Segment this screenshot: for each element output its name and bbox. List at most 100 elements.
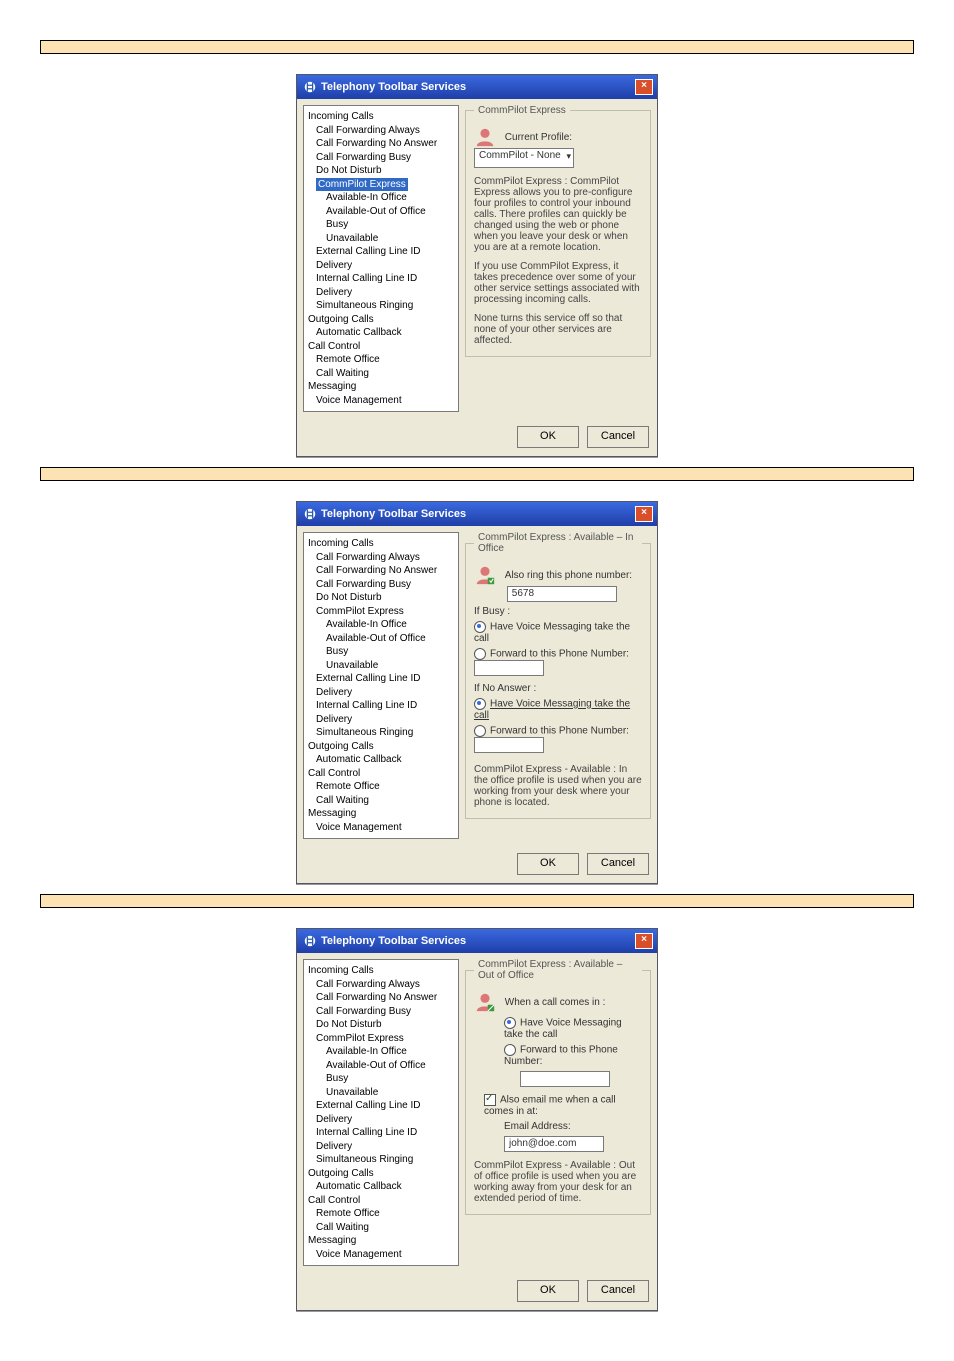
tree-remote-office[interactable]: Remote Office: [306, 780, 456, 794]
description-1: CommPilot Express : CommPilot Express al…: [474, 176, 642, 253]
tree-call-waiting[interactable]: Call Waiting: [306, 367, 456, 381]
current-profile-value: CommPilot - None: [479, 150, 561, 161]
radio-incoming-forward-label: Forward to this Phone Number:: [504, 1045, 618, 1067]
tree-auto-callback[interactable]: Automatic Callback: [306, 753, 456, 767]
tree-cfb[interactable]: Call Forwarding Busy: [306, 578, 456, 592]
tree-call-waiting[interactable]: Call Waiting: [306, 1221, 456, 1235]
app-icon: [303, 934, 317, 948]
content-panel: CommPilot Express Current Profile: CommP…: [465, 105, 651, 418]
tree-busy[interactable]: Busy: [306, 218, 456, 232]
tree-cfa[interactable]: Call Forwarding Always: [306, 978, 456, 992]
tree-commpilot-express[interactable]: CommPilot Express: [316, 178, 408, 192]
tree-cfa[interactable]: Call Forwarding Always: [306, 551, 456, 565]
tree-outgoing-calls[interactable]: Outgoing Calls: [306, 313, 456, 327]
radio-busy-forward[interactable]: [474, 648, 486, 660]
ok-button[interactable]: OK: [517, 1280, 579, 1302]
tree-cfa[interactable]: Call Forwarding Always: [306, 124, 456, 138]
radio-busy-vm-label: Have Voice Messaging take the call: [474, 622, 630, 644]
cancel-button[interactable]: Cancel: [587, 1280, 649, 1302]
tree-auto-callback[interactable]: Automatic Callback: [306, 1180, 456, 1194]
nav-tree[interactable]: Incoming Calls Call Forwarding Always Ca…: [303, 959, 459, 1266]
tree-sim-ringing[interactable]: Simultaneous Ringing: [306, 299, 456, 313]
tree-available-in-office[interactable]: Available-In Office: [306, 191, 456, 205]
tree-unavailable[interactable]: Unavailable: [306, 659, 456, 673]
tree-voice-management[interactable]: Voice Management: [306, 1248, 456, 1262]
tree-outgoing-calls[interactable]: Outgoing Calls: [306, 1167, 456, 1181]
radio-noanswer-forward[interactable]: [474, 725, 486, 737]
tree-dnd[interactable]: Do Not Disturb: [306, 591, 456, 605]
tree-cfna[interactable]: Call Forwarding No Answer: [306, 137, 456, 151]
titlebar[interactable]: Telephony Toolbar Services ×: [297, 502, 657, 526]
tree-call-control[interactable]: Call Control: [306, 340, 456, 354]
tree-cfb[interactable]: Call Forwarding Busy: [306, 1005, 456, 1019]
close-icon[interactable]: ×: [635, 79, 653, 95]
fieldset-legend: CommPilot Express: [474, 105, 570, 116]
tree-incoming-calls[interactable]: Incoming Calls: [306, 110, 456, 124]
fieldset-legend: CommPilot Express : Available – Out of O…: [474, 959, 642, 981]
tree-dnd[interactable]: Do Not Disturb: [306, 1018, 456, 1032]
tree-voice-management[interactable]: Voice Management: [306, 394, 456, 408]
tree-eclid[interactable]: External Calling Line ID Delivery: [306, 1099, 456, 1126]
tree-cfb[interactable]: Call Forwarding Busy: [306, 151, 456, 165]
tree-messaging[interactable]: Messaging: [306, 1234, 456, 1248]
tree-available-out-of-office[interactable]: Available-Out of Office: [306, 205, 456, 219]
checkbox-email-me[interactable]: [484, 1094, 496, 1106]
tree-call-control[interactable]: Call Control: [306, 1194, 456, 1208]
tree-available-out-of-office[interactable]: Available-Out of Office: [306, 1059, 456, 1073]
tree-remote-office[interactable]: Remote Office: [306, 353, 456, 367]
also-ring-input[interactable]: 5678: [507, 586, 617, 602]
tree-outgoing-calls[interactable]: Outgoing Calls: [306, 740, 456, 754]
tree-incoming-calls[interactable]: Incoming Calls: [306, 537, 456, 551]
nav-tree[interactable]: Incoming Calls Call Forwarding Always Ca…: [303, 105, 459, 412]
radio-noanswer-vm[interactable]: [474, 698, 486, 710]
current-profile-dropdown[interactable]: CommPilot - None: [474, 148, 574, 168]
tree-unavailable[interactable]: Unavailable: [306, 232, 456, 246]
tree-available-in-office[interactable]: Available-In Office: [306, 618, 456, 632]
tree-call-waiting[interactable]: Call Waiting: [306, 794, 456, 808]
busy-forward-input[interactable]: [474, 660, 544, 676]
radio-busy-vm[interactable]: [474, 621, 486, 633]
tree-dnd[interactable]: Do Not Disturb: [306, 164, 456, 178]
tree-cfna[interactable]: Call Forwarding No Answer: [306, 564, 456, 578]
cancel-button[interactable]: Cancel: [587, 853, 649, 875]
tree-call-control[interactable]: Call Control: [306, 767, 456, 781]
tree-remote-office[interactable]: Remote Office: [306, 1207, 456, 1221]
tree-iclid[interactable]: Internal Calling Line ID Delivery: [306, 272, 456, 299]
titlebar[interactable]: Telephony Toolbar Services ×: [297, 929, 657, 953]
tree-sim-ringing[interactable]: Simultaneous Ringing: [306, 1153, 456, 1167]
ok-button[interactable]: OK: [517, 426, 579, 448]
ok-button[interactable]: OK: [517, 853, 579, 875]
tree-eclid[interactable]: External Calling Line ID Delivery: [306, 245, 456, 272]
tree-iclid[interactable]: Internal Calling Line ID Delivery: [306, 1126, 456, 1153]
tree-commpilot-express[interactable]: CommPilot Express: [306, 605, 456, 619]
titlebar[interactable]: Telephony Toolbar Services ×: [297, 75, 657, 99]
close-icon[interactable]: ×: [635, 506, 653, 522]
tree-available-out-of-office[interactable]: Available-Out of Office: [306, 632, 456, 646]
tree-available-in-office[interactable]: Available-In Office: [306, 1045, 456, 1059]
tree-messaging[interactable]: Messaging: [306, 380, 456, 394]
tree-busy[interactable]: Busy: [306, 645, 456, 659]
tree-auto-callback[interactable]: Automatic Callback: [306, 326, 456, 340]
tree-cfna[interactable]: Call Forwarding No Answer: [306, 991, 456, 1005]
radio-incoming-forward[interactable]: [504, 1044, 516, 1056]
nav-tree[interactable]: Incoming Calls Call Forwarding Always Ca…: [303, 532, 459, 839]
close-icon[interactable]: ×: [635, 933, 653, 949]
radio-incoming-vm[interactable]: [504, 1017, 516, 1029]
tree-iclid[interactable]: Internal Calling Line ID Delivery: [306, 699, 456, 726]
tree-unavailable[interactable]: Unavailable: [306, 1086, 456, 1100]
tree-busy[interactable]: Busy: [306, 1072, 456, 1086]
tree-eclid[interactable]: External Calling Line ID Delivery: [306, 672, 456, 699]
app-icon: [303, 507, 317, 521]
incoming-forward-input[interactable]: [520, 1071, 610, 1087]
tree-voice-management[interactable]: Voice Management: [306, 821, 456, 835]
tree-messaging[interactable]: Messaging: [306, 807, 456, 821]
tree-sim-ringing[interactable]: Simultaneous Ringing: [306, 726, 456, 740]
tree-commpilot-express[interactable]: CommPilot Express: [306, 1032, 456, 1046]
radio-incoming-vm-label: Have Voice Messaging take the call: [504, 1018, 622, 1040]
user-icon: [474, 126, 496, 148]
noanswer-forward-input[interactable]: [474, 737, 544, 753]
tree-incoming-calls[interactable]: Incoming Calls: [306, 964, 456, 978]
cancel-button[interactable]: Cancel: [587, 426, 649, 448]
window-title: Telephony Toolbar Services: [321, 935, 635, 947]
email-address-input[interactable]: john@doe.com: [504, 1136, 604, 1152]
